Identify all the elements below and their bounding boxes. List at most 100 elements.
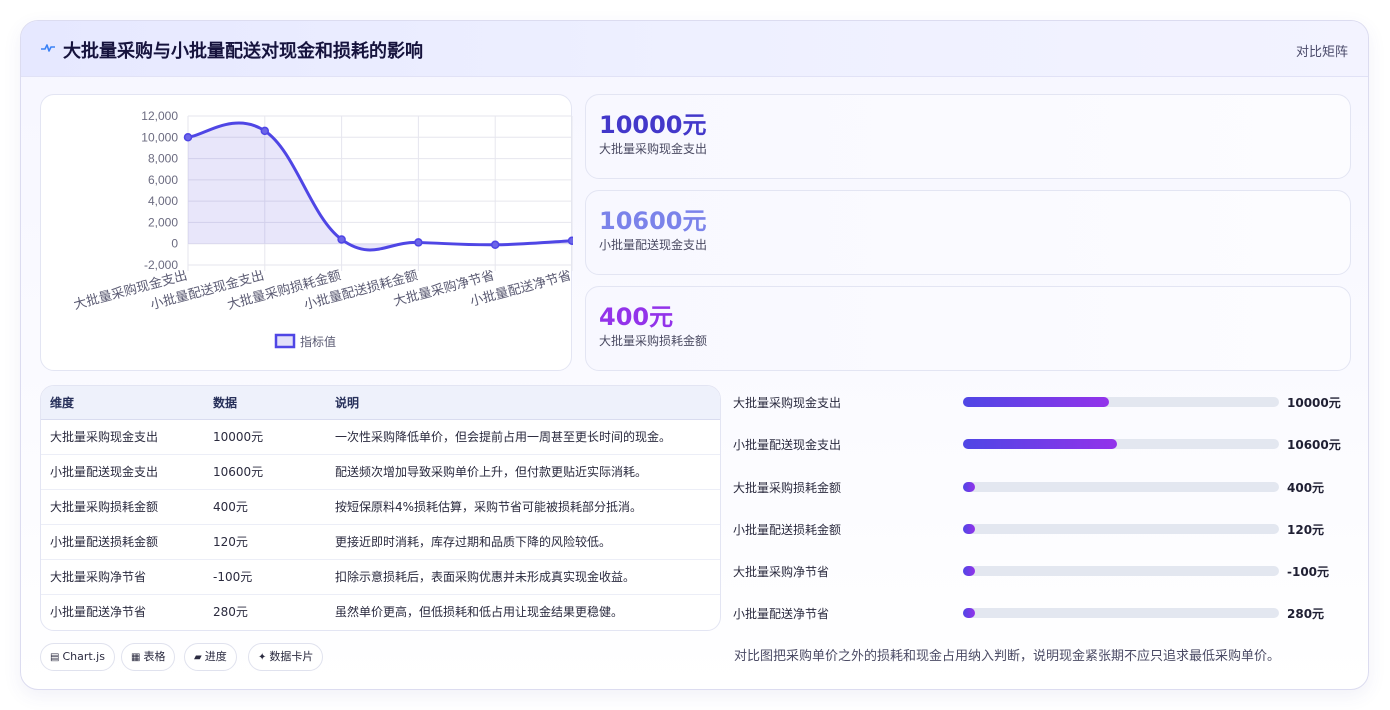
table-cell: 按短保原料4%损耗估算，采购节省可能被损耗部分抵消。	[326, 489, 720, 525]
y-tick-label: 4,000	[148, 194, 178, 208]
progress-fill	[963, 439, 1118, 449]
table-cell: 小批量配送损耗金额	[41, 524, 204, 560]
data-point	[183, 133, 193, 142]
summary-note: 对比图把采购单价之外的损耗和现金占用纳入判断，说明现金紧张期不应只追求最低采购单…	[734, 649, 1281, 664]
pulse-line-icon	[41, 44, 55, 52]
data-table: 维度 数据 说明 大批量采购现金支出 10000元 一次性采购降低单价，但会提前…	[41, 386, 720, 629]
data-point	[337, 235, 346, 244]
legend-label: 指标值	[300, 334, 336, 349]
progress-label: 大批量采购损耗金额	[733, 481, 842, 495]
tag-label: 数据卡片	[269, 650, 314, 663]
table-cell: 小批量配送净节省	[50, 605, 147, 620]
table-row: 大批量采购损耗金额 400元 按短保原料4%损耗估算，采购节省可能被损耗部分抵消…	[41, 489, 720, 525]
progress-track	[963, 608, 1279, 618]
page-title: 大批量采购与小批量配送对现金和损耗的影响	[63, 41, 423, 62]
progress-row: 小批量配送损耗金额 120元	[733, 519, 1353, 539]
table-cell: 扣除示意损耗后，表面采购优惠并未形成真实现金收益。	[326, 559, 720, 595]
table-cell: 280元	[213, 605, 248, 620]
table-cell: 400元	[204, 489, 326, 525]
tag-chip[interactable]: ▰ 进度	[184, 643, 237, 671]
y-tick-label: 8,000	[148, 152, 178, 166]
column-header: 数据	[204, 386, 326, 420]
column-header: 说明	[326, 386, 720, 420]
stat-value: 10000元	[599, 111, 707, 139]
series-area	[188, 123, 572, 250]
table-cell: 更接近即时消耗，库存过期和品质下降的风险较低。	[326, 524, 720, 560]
stat-card: 10000元 大批量采购现金支出	[585, 94, 1351, 179]
table-cell: 小批量配送现金支出	[41, 454, 204, 490]
stat-value: 10600元	[599, 207, 707, 235]
data-table-panel: 维度 数据 说明 大批量采购现金支出 10000元 一次性采购降低单价，但会提前…	[40, 385, 721, 631]
progress-row: 小批量配送现金支出 10600元	[733, 434, 1353, 454]
progress-label: 小批量配送现金支出	[733, 438, 842, 452]
progress-value: -100元	[1287, 565, 1330, 579]
sparkle-icon: ✦	[258, 652, 267, 663]
progress-row: 大批量采购净节省 -100元	[733, 561, 1353, 581]
table-cell: 10600元	[204, 454, 326, 490]
y-tick-label: 0	[171, 237, 178, 251]
table-cell: 一次性采购降低单价，但会提前占用一周甚至更长时间的现金。	[326, 419, 720, 455]
progress-fill	[963, 608, 975, 618]
column-header: 维度	[41, 386, 204, 420]
progress-value: 120元	[1287, 523, 1325, 537]
progress-value: 10600元	[1287, 438, 1341, 452]
table-row: 小批量配送净节省 280元 虽然单价更高，但低损耗和低占用让现金结果更稳健。	[41, 594, 720, 629]
progress-value: 400元	[1287, 481, 1325, 495]
table-row: 小批量配送损耗金额 120元 更接近即时消耗，库存过期和品质下降的风险较低。	[41, 524, 720, 560]
line-chart-panel: 12,000 10,000 8,000 6,000 4,000 2,000 0 -2,000 大…	[40, 94, 573, 371]
progress-row: 大批量采购现金支出 10000元	[733, 392, 1353, 412]
progress-track	[963, 439, 1279, 449]
table-row: 大批量采购净节省 -100元 扣除示意损耗后，表面采购优惠并未形成真实现金收益。	[41, 559, 720, 595]
progress-fill	[963, 566, 975, 576]
progress-row: 大批量采购损耗金额 400元	[733, 477, 1353, 497]
progress-label: 小批量配送净节省	[733, 607, 830, 621]
table-row: 大批量采购现金支出 10000元 一次性采购降低单价，但会提前占用一周甚至更长时…	[41, 419, 720, 455]
table-cell: 大批量采购现金支出	[41, 419, 204, 455]
y-tick-label: 6,000	[148, 173, 178, 187]
data-point	[567, 236, 573, 245]
table-cell: 10000元	[204, 419, 326, 455]
tag-label: 表格	[143, 650, 166, 663]
tag-label: 进度	[204, 650, 227, 663]
data-point	[490, 240, 500, 250]
progress-fill	[963, 482, 975, 492]
tag-chip[interactable]: ▤ Chart.js	[40, 643, 115, 671]
y-tick-label: 10,000	[141, 130, 178, 144]
progress-fill	[963, 524, 975, 534]
dashboard-card: 大批量采购与小批量配送对现金和损耗的影响 对比矩阵 12,000 10,000 8,…	[20, 20, 1369, 690]
progress-row: 小批量配送净节省 280元	[733, 603, 1353, 623]
table-header-row: 维度 数据 说明	[41, 386, 720, 420]
table-cell: -100元	[204, 559, 326, 595]
progress-track	[963, 397, 1279, 407]
progress-track	[963, 524, 1279, 534]
table-cell: 大批量采购净节省	[41, 559, 204, 595]
card-header: 大批量采购与小批量配送对现金和损耗的影响 对比矩阵	[21, 21, 1368, 77]
table-cell: 虽然单价更高，但低损耗和低占用让现金结果更稳健。	[335, 605, 624, 620]
progress-list: 大批量采购现金支出 10000元 小批量配送现金支出 10600元 大批量采购损…	[733, 385, 1353, 645]
data-point	[414, 238, 423, 247]
stat-card: 10600元 小批量配送现金支出	[585, 190, 1351, 275]
matrix-badge[interactable]: 对比矩阵	[1296, 41, 1348, 60]
progress-icon: ▰	[194, 652, 202, 663]
tag-label: Chart.js	[62, 650, 105, 663]
progress-track	[963, 482, 1279, 492]
table-cell: 120元	[204, 524, 326, 560]
table-row: 小批量配送现金支出 10600元 配送频次增加导致采购单价上升，但付款更贴近实际…	[41, 454, 720, 490]
y-tick-label: 12,000	[141, 109, 178, 123]
tag-chip[interactable]: ✦ 数据卡片	[248, 643, 324, 671]
stat-value: 400元	[599, 303, 674, 331]
data-point	[260, 126, 270, 136]
tag-chip[interactable]: ▦ 表格	[121, 643, 176, 671]
y-tick-label: 2,000	[148, 215, 178, 229]
table-cell: 大批量采购损耗金额	[41, 489, 204, 525]
chart-icon: ▤	[50, 652, 60, 663]
progress-label: 大批量采购现金支出	[733, 396, 842, 410]
progress-track	[963, 566, 1279, 576]
progress-label: 小批量配送损耗金额	[733, 523, 842, 537]
stat-label: 小批量配送现金支出	[599, 238, 708, 252]
legend-swatch	[274, 333, 296, 349]
table-cell: 配送频次增加导致采购单价上升，但付款更贴近实际消耗。	[326, 454, 720, 490]
line-chart: 12,00010,0008,0006,0004,0002,0000-2,000大…	[72, 109, 573, 349]
progress-value: 10000元	[1287, 396, 1341, 410]
stat-label: 大批量采购损耗金额	[599, 334, 708, 348]
